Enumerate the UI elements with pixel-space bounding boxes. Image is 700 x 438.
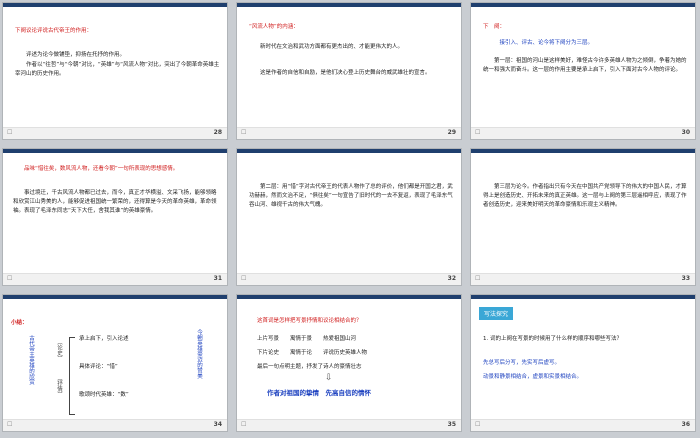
slide-paragraph-1: 第一层：祖国的河山是这样美好，难怪古今许多英雄人物为之倾倒，争着为她的统一和强大… (483, 58, 687, 73)
down-arrow-icon: ⇩ (325, 373, 333, 383)
slide-menu-icon[interactable]: ☐ (241, 129, 246, 136)
slide-footer: ☐ 28 (3, 127, 227, 139)
slide-number: 31 (213, 275, 222, 282)
technique-row-1: 上片写景 寓情于景 热爱祖国山河 (257, 336, 357, 342)
slide-menu-icon[interactable]: ☐ (475, 275, 480, 282)
slide-title: 小结： (11, 320, 28, 326)
slide-number: 35 (447, 421, 456, 428)
slide-thumbnail-28[interactable]: 下阕议论评说古代帝王的作用： 评述为论今做铺垫，抑扬在托抒的作用。 作者以“往哲… (2, 2, 228, 140)
slide-header-bar (3, 3, 227, 7)
slide-title: 下 阕： (483, 24, 506, 30)
slide-menu-icon[interactable]: ☐ (475, 129, 480, 136)
slide-header-bar (3, 149, 227, 153)
slide-number: 28 (213, 129, 222, 136)
slide-number: 33 (681, 275, 690, 282)
slide-footer: ☐ 35 (237, 419, 461, 431)
summary-item-1: 承上启下，引入论述 (79, 336, 129, 342)
slide-header-bar (237, 295, 461, 299)
technique-row-3: 最后一句点明主题，抒发了诗人的豪情壮志 (257, 364, 362, 370)
slide-header-bar (471, 149, 695, 153)
slide-number: 34 (213, 421, 222, 428)
slide-paragraph-1: 第三层为论今。作者指出只有今天在中国共产党领导下的伟大的中国人民，才算得上是创造… (483, 184, 687, 208)
slide-paragraph-2: 作者以“往哲”与“今朝”对比，“英雄”与“风流人物”对比，突出了今朝革命英雄主宰… (15, 62, 220, 77)
slide-thumbnail-33[interactable]: 第三层为论今。作者指出只有今天在中国共产党领导下的伟大的中国人民，才算得上是创造… (470, 148, 696, 286)
slide-footer: ☐ 31 (3, 273, 227, 285)
slide-paragraph-1: 新时代在文治和武功方面都有更杰出的、才能更伟大的人。 (249, 44, 404, 50)
summary-right-vertical: 今朝英雄豪迈的赞美 (196, 329, 202, 379)
summary-mid-vertical-1: （论史） (56, 339, 62, 361)
slide-thumbnail-30[interactable]: 下 阕： 接引入、评古、论今将下阕分为三层。 第一层：祖国的河山是这样美好，难怪… (470, 2, 696, 140)
summary-brace (69, 337, 75, 415)
slide-title: “风流人物”的内涵： (249, 24, 299, 30)
slide-thumbnail-31[interactable]: 品味“惜往矣，数风流人物，还看今朝”一句所表现的思想感情。 事过境迁，千古风流人… (2, 148, 228, 286)
slide-menu-icon[interactable]: ☐ (241, 421, 246, 428)
slide-number: 29 (447, 129, 456, 136)
slide-header-bar (3, 295, 227, 299)
slide-paragraph-1: 事过境迁，千古风流人物都已过去，而今，真正才华横溢、文采飞扬，能够领略和欣赏江山… (13, 190, 217, 214)
slide-number: 30 (681, 129, 690, 136)
slide-paragraph-1: 评述为论今做铺垫，抑扬在托抒的作用。 (15, 52, 126, 58)
answer-1: 先总写后分写，先实写后虚写。 (483, 360, 561, 366)
slide-menu-icon[interactable]: ☐ (7, 129, 12, 136)
question-text: 1. 词的上阕在写景的时候用了什么样的顺序和哪些写法？ (483, 336, 622, 342)
technique-row-2: 下片论史 寓情于论 评说历史英雄人物 (257, 350, 368, 356)
slide-footer: ☐ 30 (471, 127, 695, 139)
slide-menu-icon[interactable]: ☐ (475, 421, 480, 428)
slide-footer: ☐ 34 (3, 419, 227, 431)
slide-thumbnail-29[interactable]: “风流人物”的内涵： 新时代在文治和武功方面都有更杰出的、才能更伟大的人。 这是… (236, 2, 462, 140)
slide-menu-icon[interactable]: ☐ (7, 421, 12, 428)
section-tag: 写法探究 (479, 307, 514, 320)
summary-left-vertical: 古代帝王英雄的欣赏 (28, 335, 34, 385)
slide-subtitle: 接引入、评古、论今将下阕分为三层。 (483, 40, 594, 46)
slide-footer: ☐ 36 (471, 419, 695, 431)
slide-thumbnail-32[interactable]: 第二层：用“惜”字对古代帝王的代表人物作了总的评价，他们都是开国之君，武功赫赫，… (236, 148, 462, 286)
slide-menu-icon[interactable]: ☐ (241, 275, 246, 282)
answer-2: 动景和静景相结合，虚景和实景相结合。 (483, 374, 583, 380)
slide-title: 这首词是怎样把写景抒情和议论相结合的？ (257, 318, 362, 324)
slide-thumbnail-35[interactable]: 这首词是怎样把写景抒情和议论相结合的？ 上片写景 寓情于景 热爱祖国山河 下片论… (236, 294, 462, 432)
summary-item-2: 具体评论：“惜” (79, 364, 118, 370)
slide-number: 36 (681, 421, 690, 428)
slide-title: 下阕议论评说古代帝王的作用： (15, 28, 93, 34)
slide-thumbnail-36[interactable]: 写法探究 1. 词的上阕在写景的时候用了什么样的顺序和哪些写法？ 先总写后分写，… (470, 294, 696, 432)
slide-footer: ☐ 32 (237, 273, 461, 285)
slide-footer: ☐ 29 (237, 127, 461, 139)
slide-header-bar (471, 295, 695, 299)
slide-menu-icon[interactable]: ☐ (7, 275, 12, 282)
slide-paragraph-2: 这是作者的自信和自励，是他们决心登上历史舞台的威武雄壮的宣言。 (249, 70, 431, 76)
slide-footer: ☐ 33 (471, 273, 695, 285)
slide-conclusion: 作者对祖国的挚情 先高自信的情怀 (267, 389, 371, 397)
slide-header-bar (237, 149, 461, 153)
slide-header-bar (471, 3, 695, 7)
slide-number: 32 (447, 275, 456, 282)
slide-header-bar (237, 3, 461, 7)
slide-title: 品味“惜往矣，数风流人物，还看今朝”一句所表现的思想感情。 (13, 166, 179, 172)
slide-paragraph-1: 第二层：用“惜”字对古代帝王的代表人物作了总的评价，他们都是开国之君，武功赫赫，… (249, 184, 453, 208)
summary-item-3: 歌颂时代英雄：“数” (79, 392, 129, 398)
slide-thumbnail-34[interactable]: 小结： 古代帝王英雄的欣赏 （论史） （抒情） 承上启下，引入论述 具体评论：“… (2, 294, 228, 432)
summary-mid-vertical-2: （抒情） (56, 375, 62, 397)
